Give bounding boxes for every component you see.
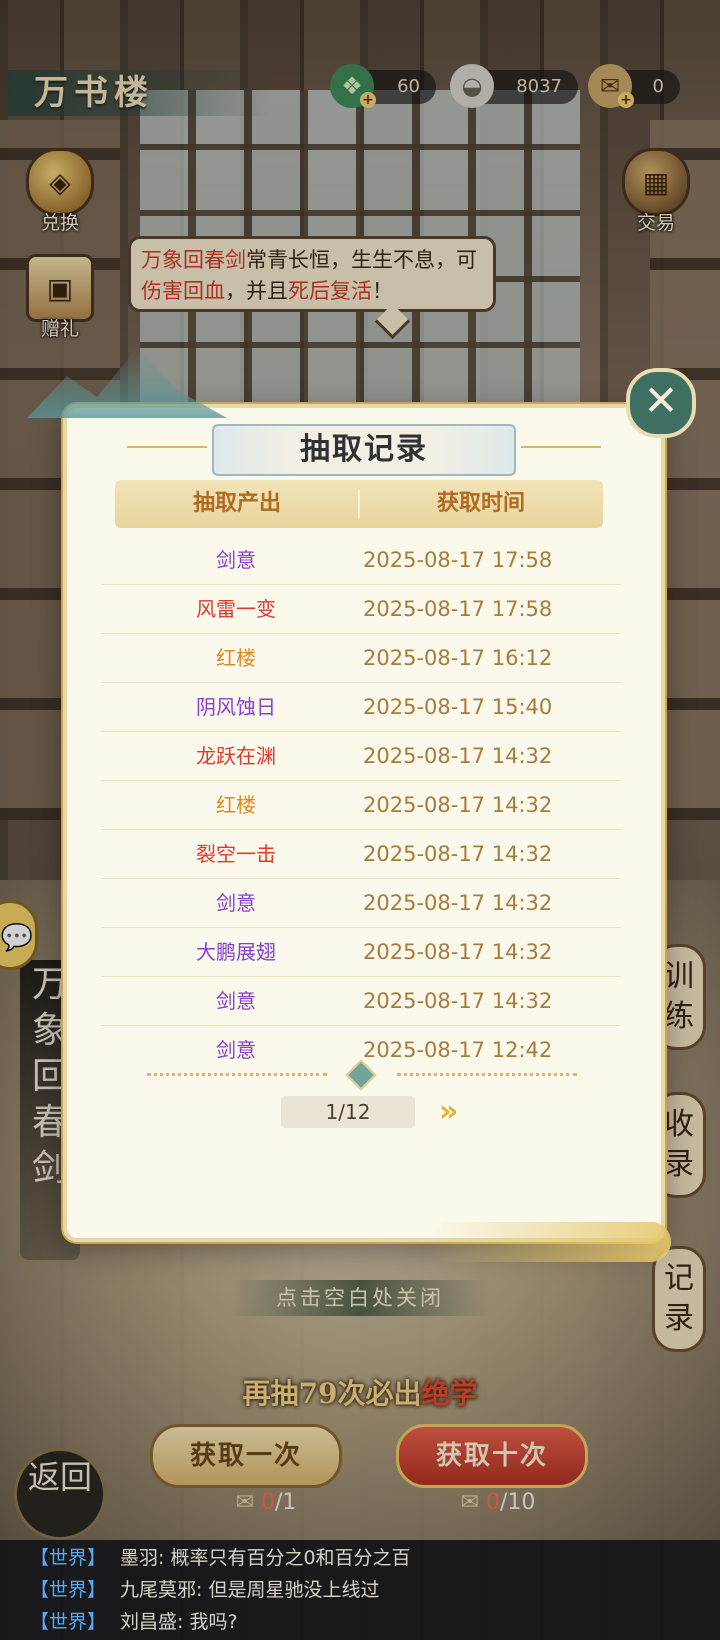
dotted-line-right bbox=[397, 1073, 577, 1076]
page-indicator: 1/12 bbox=[281, 1096, 415, 1128]
table-header: 抽取产出 获取时间 bbox=[115, 480, 603, 528]
record-item: 裂空一击 bbox=[196, 842, 276, 866]
record-time: 2025-08-17 14:32 bbox=[363, 744, 553, 768]
world-chat-panel[interactable]: 【世界】 墨羽: 概率只有百分之0和百分之百 【世界】 九尾莫邪: 但是周星驰没上线… bbox=[0, 1540, 720, 1640]
table-row: 风雷一变 2025-08-17 17:58 bbox=[101, 585, 621, 634]
record-item: 剑意 bbox=[216, 548, 256, 572]
table-row: 裂空一击 2025-08-17 14:32 bbox=[101, 830, 621, 879]
record-item: 剑意 bbox=[216, 989, 256, 1013]
record-time: 2025-08-17 14:32 bbox=[363, 891, 553, 915]
table-row: 剑意 2025-08-17 14:32 bbox=[101, 879, 621, 928]
chat-channel: 【世界】 bbox=[30, 1579, 107, 1601]
record-time: 2025-08-17 14:32 bbox=[363, 842, 553, 866]
chat-line: 【世界】 九尾莫邪: 但是周星驰没上线过 bbox=[30, 1574, 379, 1606]
chat-line: 【世界】 刘昌盛: 我吗? bbox=[30, 1606, 238, 1638]
table-row: 阴风蚀日 2025-08-17 15:40 bbox=[101, 683, 621, 732]
chat-line: 【世界】 墨羽: 概率只有百分之0和百分之百 bbox=[30, 1542, 411, 1574]
chat-message: 九尾莫邪: 但是周星驰没上线过 bbox=[120, 1579, 380, 1601]
record-time: 2025-08-17 16:12 bbox=[363, 646, 553, 670]
dotted-line-left bbox=[147, 1073, 327, 1076]
record-time: 2025-08-17 14:32 bbox=[363, 940, 553, 964]
table-row: 龙跃在渊 2025-08-17 14:32 bbox=[101, 732, 621, 781]
table-row: 红楼 2025-08-17 14:32 bbox=[101, 781, 621, 830]
title-ornament-left bbox=[127, 446, 207, 448]
record-item: 龙跃在渊 bbox=[196, 744, 276, 768]
column-header-item: 抽取产出 bbox=[192, 491, 281, 516]
title-ornament-right bbox=[521, 446, 601, 448]
table-row: 剑意 2025-08-17 17:58 bbox=[101, 536, 621, 585]
record-time: 2025-08-17 17:58 bbox=[363, 597, 553, 621]
record-item: 剑意 bbox=[216, 891, 256, 915]
chat-message: 墨羽: 概率只有百分之0和百分之百 bbox=[120, 1547, 411, 1569]
column-header-time: 获取时间 bbox=[436, 491, 525, 516]
record-item: 红楼 bbox=[216, 793, 256, 817]
chat-message: 刘昌盛: 我吗? bbox=[120, 1611, 238, 1633]
record-time: 2025-08-17 17:58 bbox=[363, 548, 553, 572]
table-row: 大鹏展翅 2025-08-17 14:32 bbox=[101, 928, 621, 977]
table-row: 红楼 2025-08-17 16:12 bbox=[101, 634, 621, 683]
record-item: 阴风蚀日 bbox=[196, 695, 276, 719]
chat-channel: 【世界】 bbox=[30, 1611, 107, 1633]
cloud-decoration bbox=[431, 1222, 671, 1262]
record-time: 2025-08-17 14:32 bbox=[363, 989, 553, 1013]
diamond-ornament-icon bbox=[345, 1059, 377, 1091]
next-page-button[interactable]: » bbox=[439, 1096, 479, 1128]
record-item: 风雷一变 bbox=[196, 597, 276, 621]
table-row: 剑意 2025-08-17 14:32 bbox=[101, 977, 621, 1026]
close-icon: ✕ bbox=[643, 376, 679, 425]
record-time: 2025-08-17 14:32 bbox=[363, 793, 553, 817]
modal-title: 抽取记录 bbox=[212, 424, 516, 476]
double-chevron-right-icon: » bbox=[439, 1094, 459, 1129]
chat-channel: 【世界】 bbox=[30, 1547, 107, 1569]
record-time: 2025-08-17 15:40 bbox=[363, 695, 553, 719]
draw-record-modal: 抽取记录 抽取产出 获取时间 剑意 2025-08-17 17:58 风雷一变 20… bbox=[27, 348, 671, 1262]
record-item: 大鹏展翅 bbox=[196, 940, 276, 964]
modal-title-banner: 抽取记录 bbox=[212, 424, 516, 476]
dotted-divider bbox=[147, 1059, 577, 1091]
close-modal-button[interactable]: ✕ bbox=[626, 368, 696, 438]
record-item: 红楼 bbox=[216, 646, 256, 670]
record-list: 剑意 2025-08-17 17:58 风雷一变 2025-08-17 17:58 … bbox=[101, 536, 621, 1074]
